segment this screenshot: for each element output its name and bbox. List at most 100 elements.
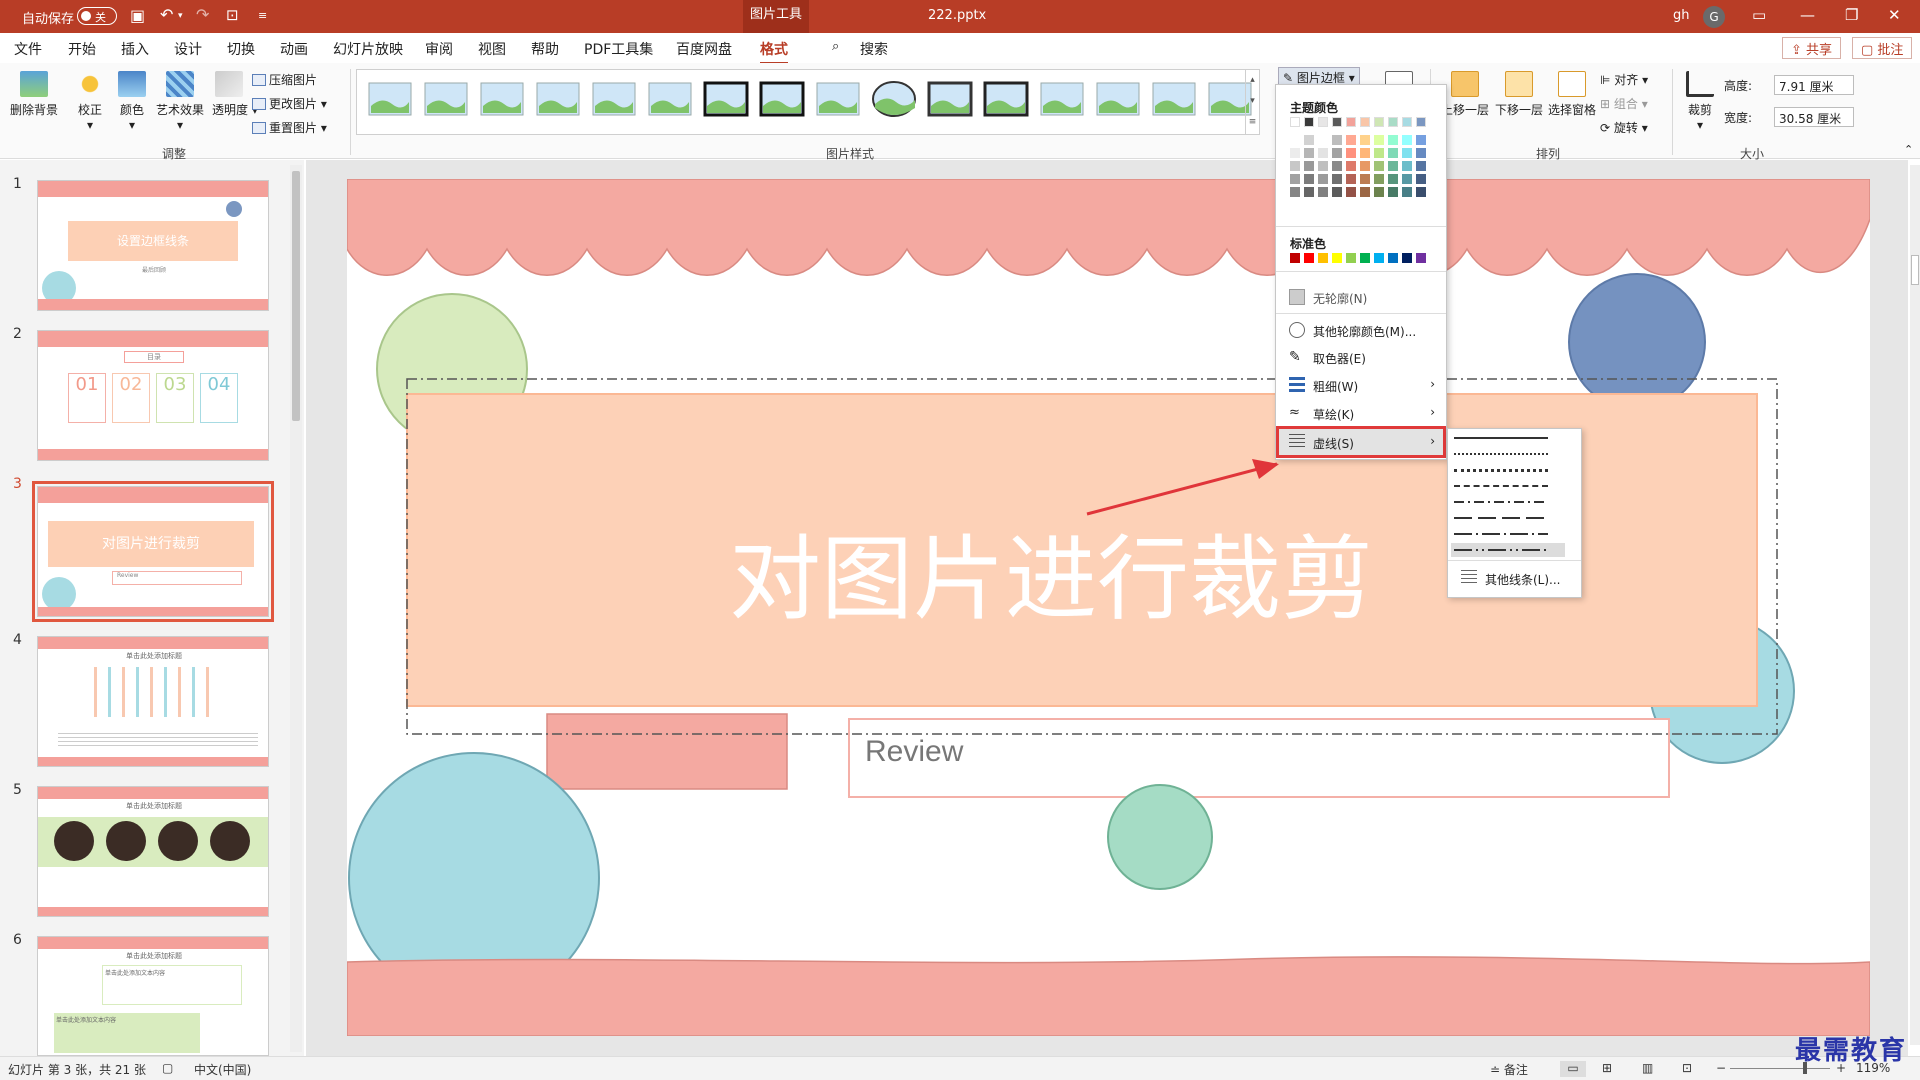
reset-picture-button[interactable]: 重置图片 ▾: [252, 119, 327, 136]
restore-icon[interactable]: ❐: [1845, 6, 1858, 24]
theme-color-swatch[interactable]: [1416, 161, 1426, 171]
standard-color-swatch[interactable]: [1332, 253, 1342, 263]
crop-button[interactable]: 裁剪 ▾: [1682, 71, 1718, 132]
slide-thumb-5[interactable]: 单击此处添加标题: [37, 786, 269, 917]
theme-color-swatch[interactable]: [1304, 174, 1314, 184]
theme-color-swatch[interactable]: [1290, 161, 1300, 171]
undo-dropdown-icon[interactable]: ▾: [178, 11, 183, 21]
tab-baidu-netdisk[interactable]: 百度网盘: [676, 39, 732, 59]
theme-color-swatch[interactable]: [1374, 135, 1384, 145]
change-picture-button[interactable]: 更改图片 ▾: [252, 95, 327, 112]
picture-style-option[interactable]: [703, 78, 749, 120]
dash-long-dash-dot[interactable]: [1454, 533, 1548, 535]
zoom-slider[interactable]: [1730, 1068, 1830, 1069]
standard-color-swatch[interactable]: [1304, 253, 1314, 263]
slide-thumb-3[interactable]: 对图片进行裁剪 Review: [32, 481, 274, 622]
slide-title[interactable]: 对图片进行裁剪: [729, 505, 1373, 638]
theme-color-swatch[interactable]: [1402, 117, 1412, 127]
standard-color-swatch[interactable]: [1374, 253, 1384, 263]
theme-color-swatch[interactable]: [1290, 117, 1300, 127]
theme-color-swatch[interactable]: [1318, 174, 1328, 184]
notes-button[interactable]: ≐ 备注: [1490, 1061, 1528, 1078]
theme-color-swatch[interactable]: [1374, 148, 1384, 158]
remove-background-button[interactable]: 删除背景: [8, 71, 60, 118]
editor-scrollbar[interactable]: [1910, 165, 1920, 1045]
eyedropper-item[interactable]: ✎ 取色器(E): [1279, 344, 1443, 370]
customize-qat-icon[interactable]: ≡: [258, 9, 267, 22]
corrections-button[interactable]: 校正 ▾: [72, 71, 108, 132]
theme-color-swatch[interactable]: [1332, 161, 1342, 171]
rotate-button[interactable]: ⟳ 旋转 ▾: [1600, 119, 1648, 136]
picture-style-option[interactable]: [1095, 78, 1141, 120]
search-icon[interactable]: ⌕: [832, 39, 839, 54]
theme-color-swatch[interactable]: [1346, 161, 1356, 171]
picture-style-option[interactable]: [1039, 78, 1085, 120]
theme-color-swatch[interactable]: [1360, 148, 1370, 158]
theme-color-swatch[interactable]: [1416, 187, 1426, 197]
theme-color-swatch[interactable]: [1402, 174, 1412, 184]
tab-insert[interactable]: 插入: [121, 39, 149, 59]
slide-thumb-6[interactable]: 单击此处添加标题 单击此处添加文本内容 单击此处添加文本内容: [37, 936, 269, 1056]
close-icon[interactable]: ✕: [1888, 6, 1901, 24]
weight-item[interactable]: 粗细(W) ›: [1279, 372, 1443, 398]
theme-color-swatch[interactable]: [1374, 174, 1384, 184]
tab-help[interactable]: 帮助: [531, 39, 559, 59]
slide-thumb-2[interactable]: 目录 01 02 03 04: [37, 330, 269, 461]
picture-style-option[interactable]: [479, 78, 525, 120]
theme-color-swatch[interactable]: [1374, 117, 1384, 127]
compress-pictures-button[interactable]: 压缩图片: [252, 71, 317, 88]
theme-color-swatch[interactable]: [1332, 148, 1342, 158]
slide-thumb-4[interactable]: 单击此处添加标题: [37, 636, 269, 767]
picture-style-option[interactable]: [871, 78, 917, 120]
dash-dash[interactable]: [1454, 485, 1548, 487]
theme-color-swatch[interactable]: [1332, 135, 1342, 145]
more-lines-item[interactable]: 其他线条(L)...: [1451, 565, 1579, 591]
theme-color-swatch[interactable]: [1360, 117, 1370, 127]
reading-view-icon[interactable]: ▥: [1642, 1061, 1653, 1075]
theme-color-swatch[interactable]: [1290, 174, 1300, 184]
dash-selected-row[interactable]: [1451, 543, 1565, 557]
send-backward-button[interactable]: 下移一层: [1494, 71, 1544, 118]
picture-style-option[interactable]: [927, 78, 973, 120]
theme-color-swatch[interactable]: [1402, 148, 1412, 158]
theme-color-swatch[interactable]: [1318, 117, 1328, 127]
theme-color-swatch[interactable]: [1304, 187, 1314, 197]
collapse-ribbon-icon[interactable]: ⌃: [1904, 143, 1913, 156]
picture-style-option[interactable]: [423, 78, 469, 120]
theme-color-swatch[interactable]: [1360, 174, 1370, 184]
picture-style-option[interactable]: [1151, 78, 1197, 120]
no-outline-item[interactable]: 无轮廓(N): [1279, 284, 1443, 310]
dash-solid[interactable]: [1454, 437, 1548, 439]
theme-color-swatch[interactable]: [1304, 135, 1314, 145]
standard-color-swatch[interactable]: [1402, 253, 1412, 263]
picture-style-option[interactable]: [591, 78, 637, 120]
theme-color-swatch[interactable]: [1360, 135, 1370, 145]
group-button[interactable]: ⊞ 组合 ▾: [1600, 95, 1648, 112]
theme-color-swatch[interactable]: [1416, 174, 1426, 184]
undo-icon[interactable]: ↶: [160, 5, 173, 24]
theme-color-swatch[interactable]: [1346, 174, 1356, 184]
theme-color-swatch[interactable]: [1332, 187, 1342, 197]
theme-color-swatch[interactable]: [1304, 148, 1314, 158]
standard-color-swatch[interactable]: [1388, 253, 1398, 263]
theme-color-swatch[interactable]: [1304, 117, 1314, 127]
tab-home[interactable]: 开始: [68, 39, 96, 59]
normal-view-icon[interactable]: ▭: [1560, 1061, 1586, 1077]
zoom-out-icon[interactable]: −: [1716, 1061, 1726, 1075]
thumbnail-scrollbar[interactable]: [290, 165, 302, 1052]
language-indicator[interactable]: 中文(中国): [194, 1061, 251, 1078]
theme-color-swatch[interactable]: [1304, 161, 1314, 171]
color-button[interactable]: 颜色 ▾: [114, 71, 150, 132]
dashes-item[interactable]: 虚线(S) ›: [1276, 426, 1446, 458]
standard-color-swatch[interactable]: [1290, 253, 1300, 263]
accessibility-icon[interactable]: ▢: [162, 1061, 173, 1075]
picture-style-option[interactable]: [647, 78, 693, 120]
theme-color-swatch[interactable]: [1290, 187, 1300, 197]
tab-review[interactable]: 审阅: [425, 39, 453, 59]
autosave-toggle[interactable]: 关: [77, 7, 117, 25]
theme-color-swatch[interactable]: [1346, 117, 1356, 127]
theme-color-swatch[interactable]: [1332, 117, 1342, 127]
theme-color-swatch[interactable]: [1346, 148, 1356, 158]
theme-color-swatch[interactable]: [1416, 148, 1426, 158]
theme-color-swatch[interactable]: [1360, 161, 1370, 171]
